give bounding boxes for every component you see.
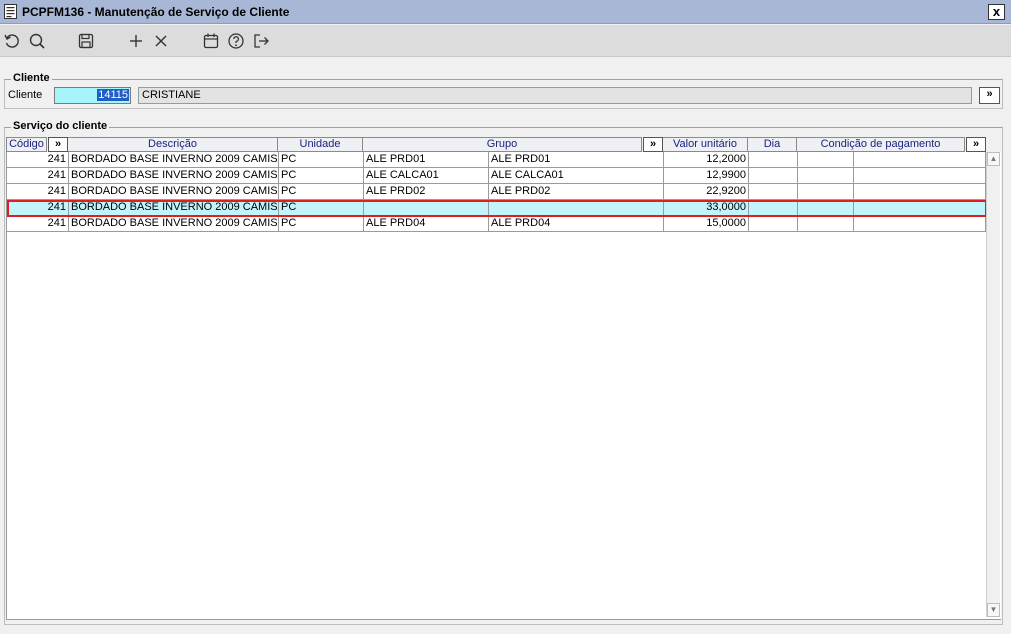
close-button[interactable]: x bbox=[988, 4, 1005, 20]
cell-condicao-codigo bbox=[798, 152, 854, 168]
cell-descricao: BORDADO BASE INVERNO 2009 CAMISA K bbox=[69, 200, 279, 216]
cell-codigo: 241 bbox=[7, 168, 69, 184]
cliente-group-label: Cliente bbox=[11, 72, 52, 84]
cell-grupo-descricao: ALE PRD02 bbox=[489, 184, 664, 200]
cell-grupo-descricao: ALE PRD04 bbox=[489, 216, 664, 232]
cell-descricao: BORDADO BASE INVERNO 2009 CAMISA K bbox=[69, 168, 279, 184]
scroll-up-icon[interactable]: ▲ bbox=[987, 152, 1000, 166]
calendar-button[interactable] bbox=[202, 32, 222, 52]
cell-descricao: BORDADO BASE INVERNO 2009 CAMISA K bbox=[69, 152, 279, 168]
cell-grupo-codigo bbox=[364, 200, 489, 216]
column-header-unidade[interactable]: Unidade bbox=[278, 137, 363, 152]
column-header-descricao[interactable]: Descrição bbox=[68, 137, 278, 152]
cell-condicao-codigo bbox=[798, 184, 854, 200]
cell-condicao-codigo bbox=[798, 200, 854, 216]
cell-grupo-codigo: ALE PRD01 bbox=[364, 152, 489, 168]
cell-descricao: BORDADO BASE INVERNO 2009 CAMISA K bbox=[69, 216, 279, 232]
title-bar: PCPFM136 - Manutenção de Serviço de Clie… bbox=[0, 0, 1011, 24]
cell-valor: 22,9200 bbox=[664, 184, 749, 200]
save-icon bbox=[77, 33, 95, 53]
cell-descricao: BORDADO BASE INVERNO 2009 CAMISA K bbox=[69, 184, 279, 200]
servico-group-label: Serviço do cliente bbox=[11, 120, 110, 132]
undo-button[interactable] bbox=[3, 32, 23, 52]
column-header-grupo[interactable]: Grupo bbox=[363, 137, 642, 152]
cell-unidade: PC bbox=[279, 216, 364, 232]
cell-codigo: 241 bbox=[7, 184, 69, 200]
cell-grupo-codigo: ALE PRD02 bbox=[364, 184, 489, 200]
search-icon bbox=[28, 33, 46, 53]
condicao-lookup-button[interactable]: » bbox=[966, 137, 986, 152]
cell-dia bbox=[749, 184, 798, 200]
table-row[interactable]: 241 BORDADO BASE INVERNO 2009 CAMISA K P… bbox=[7, 184, 986, 200]
cell-condicao-descricao bbox=[854, 152, 986, 168]
cell-dia bbox=[749, 152, 798, 168]
table-row-selected[interactable]: 241 BORDADO BASE INVERNO 2009 CAMISA K P… bbox=[7, 200, 986, 216]
app-document-icon bbox=[4, 4, 17, 19]
cell-grupo-descricao: ALE PRD01 bbox=[489, 152, 664, 168]
cell-grupo-codigo: ALE CALCA01 bbox=[364, 168, 489, 184]
cell-dia bbox=[749, 200, 798, 216]
cell-valor: 33,0000 bbox=[664, 200, 749, 216]
grupo-lookup-button[interactable]: » bbox=[643, 137, 663, 152]
cell-condicao-codigo bbox=[798, 168, 854, 184]
cell-dia bbox=[749, 216, 798, 232]
cell-unidade: PC bbox=[279, 152, 364, 168]
cell-valor: 15,0000 bbox=[664, 216, 749, 232]
delete-button[interactable] bbox=[152, 32, 172, 52]
column-header-dia[interactable]: Dia bbox=[748, 137, 797, 152]
cliente-code-value: 14115 bbox=[97, 89, 129, 101]
cell-codigo: 241 bbox=[7, 152, 69, 168]
cell-unidade: PC bbox=[279, 184, 364, 200]
cell-valor: 12,9900 bbox=[664, 168, 749, 184]
cell-condicao-descricao bbox=[854, 216, 986, 232]
table-row[interactable]: 241 BORDADO BASE INVERNO 2009 CAMISA K P… bbox=[7, 168, 986, 184]
cell-grupo-descricao bbox=[489, 200, 664, 216]
cell-codigo: 241 bbox=[7, 216, 69, 232]
cell-grupo-codigo: ALE PRD04 bbox=[364, 216, 489, 232]
cliente-name-field: CRISTIANE bbox=[138, 87, 972, 104]
column-header-condicao[interactable]: Condição de pagamento bbox=[797, 137, 965, 152]
cliente-field-label: Cliente bbox=[8, 89, 43, 101]
vertical-scrollbar[interactable]: ▲ ▼ bbox=[986, 152, 1000, 617]
add-button[interactable] bbox=[127, 32, 147, 52]
cell-grupo-descricao: ALE CALCA01 bbox=[489, 168, 664, 184]
exit-button[interactable] bbox=[252, 32, 272, 52]
cell-dia bbox=[749, 168, 798, 184]
table-row[interactable]: 241 BORDADO BASE INVERNO 2009 CAMISA K P… bbox=[7, 216, 986, 232]
cell-condicao-descricao bbox=[854, 184, 986, 200]
cliente-more-button[interactable]: » bbox=[979, 87, 1000, 104]
help-icon bbox=[227, 33, 245, 53]
cell-codigo: 241 bbox=[7, 200, 69, 216]
calendar-icon bbox=[202, 33, 220, 53]
cell-condicao-codigo bbox=[798, 216, 854, 232]
cell-unidade: PC bbox=[279, 200, 364, 216]
toolbar bbox=[0, 25, 1011, 57]
help-button[interactable] bbox=[227, 32, 247, 52]
cell-unidade: PC bbox=[279, 168, 364, 184]
column-header-codigo[interactable]: Código bbox=[6, 137, 47, 152]
column-header-valor[interactable]: Valor unitário bbox=[663, 137, 748, 152]
exit-icon bbox=[252, 34, 270, 53]
delete-icon bbox=[152, 35, 170, 53]
cell-condicao-descricao bbox=[854, 200, 986, 216]
save-button[interactable] bbox=[77, 32, 97, 52]
table-row[interactable]: 241 BORDADO BASE INVERNO 2009 CAMISA K P… bbox=[7, 152, 986, 168]
cliente-code-field[interactable]: 14115 bbox=[54, 87, 131, 104]
undo-icon bbox=[3, 34, 21, 53]
window-title: PCPFM136 - Manutenção de Serviço de Clie… bbox=[22, 5, 290, 19]
cell-valor: 12,2000 bbox=[664, 152, 749, 168]
codigo-lookup-button[interactable]: » bbox=[48, 137, 68, 152]
scroll-down-icon[interactable]: ▼ bbox=[987, 603, 1000, 617]
search-button[interactable] bbox=[28, 32, 48, 52]
cell-condicao-descricao bbox=[854, 168, 986, 184]
add-icon bbox=[127, 35, 145, 53]
servico-grid: 241 BORDADO BASE INVERNO 2009 CAMISA K P… bbox=[6, 152, 1001, 620]
